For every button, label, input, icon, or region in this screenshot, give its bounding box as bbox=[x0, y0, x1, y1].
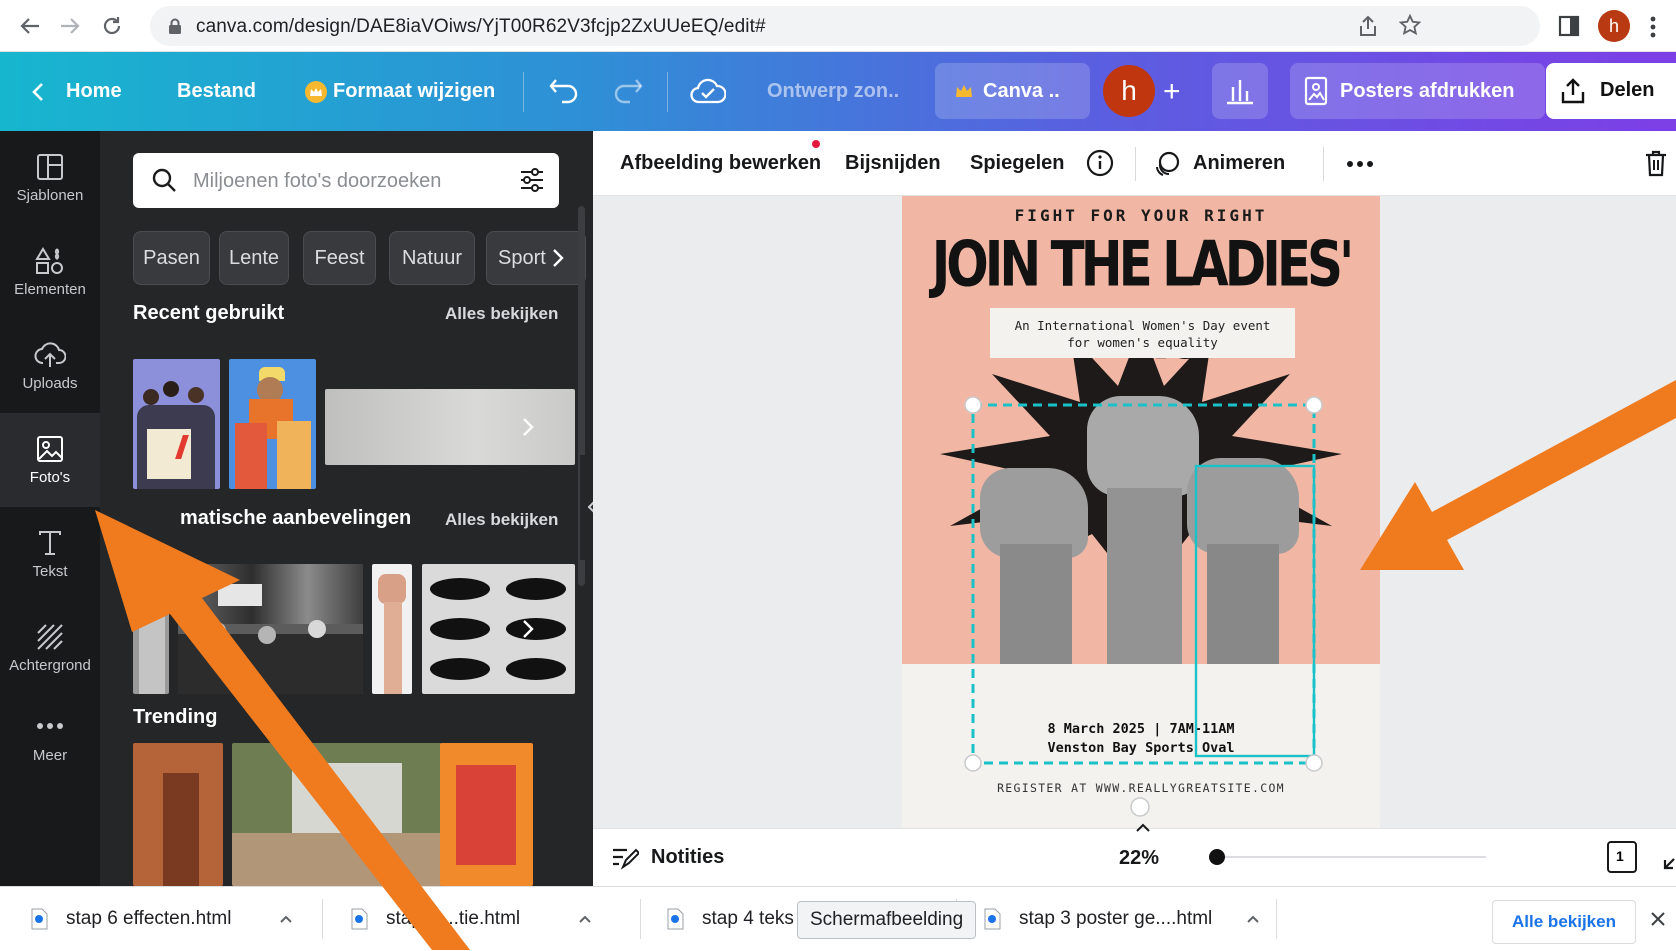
download-divider bbox=[640, 899, 641, 939]
download-item[interactable]: stap 5 ...tie.html bbox=[350, 887, 592, 951]
screenshot-tooltip: Schermafbeelding bbox=[797, 901, 977, 939]
download-filename: stap 5 ...tie.html bbox=[386, 908, 521, 929]
zoom-slider-knob[interactable] bbox=[1209, 849, 1225, 865]
download-divider bbox=[1276, 899, 1277, 939]
resize-handle[interactable] bbox=[964, 754, 982, 772]
zoom-slider-track[interactable] bbox=[1216, 856, 1486, 858]
notes-label[interactable]: Notities bbox=[651, 846, 724, 869]
html-file-icon bbox=[31, 908, 48, 930]
chevron-up-icon[interactable] bbox=[578, 914, 592, 924]
notes-icon[interactable] bbox=[611, 845, 639, 871]
html-file-icon bbox=[351, 908, 368, 930]
download-filename: stap 3 poster ge....html bbox=[1019, 908, 1213, 929]
selection-box[interactable] bbox=[971, 403, 1316, 765]
page-count: 1 bbox=[1616, 848, 1624, 864]
html-file-icon bbox=[667, 908, 684, 930]
resize-handle[interactable] bbox=[964, 396, 982, 414]
selection-overlay bbox=[964, 396, 1323, 817]
chevron-up-icon[interactable] bbox=[1246, 914, 1260, 924]
download-item[interactable]: stap 3 poster ge....html bbox=[983, 887, 1260, 951]
rotate-handle[interactable] bbox=[1130, 797, 1150, 817]
zoom-level: 22% bbox=[1119, 847, 1160, 869]
chevron-up-icon[interactable] bbox=[279, 914, 293, 924]
html-file-icon bbox=[984, 908, 1001, 930]
download-item[interactable]: stap 4 teks bbox=[666, 887, 794, 951]
download-filename: stap 4 teks bbox=[702, 908, 794, 929]
close-icon[interactable] bbox=[1650, 911, 1666, 927]
chevron-up-icon[interactable] bbox=[1135, 823, 1151, 833]
download-item[interactable]: stap 6 effecten.html bbox=[30, 887, 293, 951]
view-all-downloads-button[interactable]: Alle bekijken bbox=[1492, 900, 1636, 944]
resize-handle[interactable] bbox=[1305, 754, 1323, 772]
resize-handle[interactable] bbox=[1305, 396, 1323, 414]
crop-frame[interactable] bbox=[1194, 464, 1316, 758]
download-filename: stap 6 effecten.html bbox=[66, 908, 232, 929]
download-divider bbox=[322, 899, 323, 939]
fullscreen-icon[interactable] bbox=[1663, 844, 1676, 870]
page-count-button[interactable]: 1 bbox=[1607, 841, 1637, 873]
editor-bottom-bar: Notities 22% 1 bbox=[593, 823, 1676, 886]
